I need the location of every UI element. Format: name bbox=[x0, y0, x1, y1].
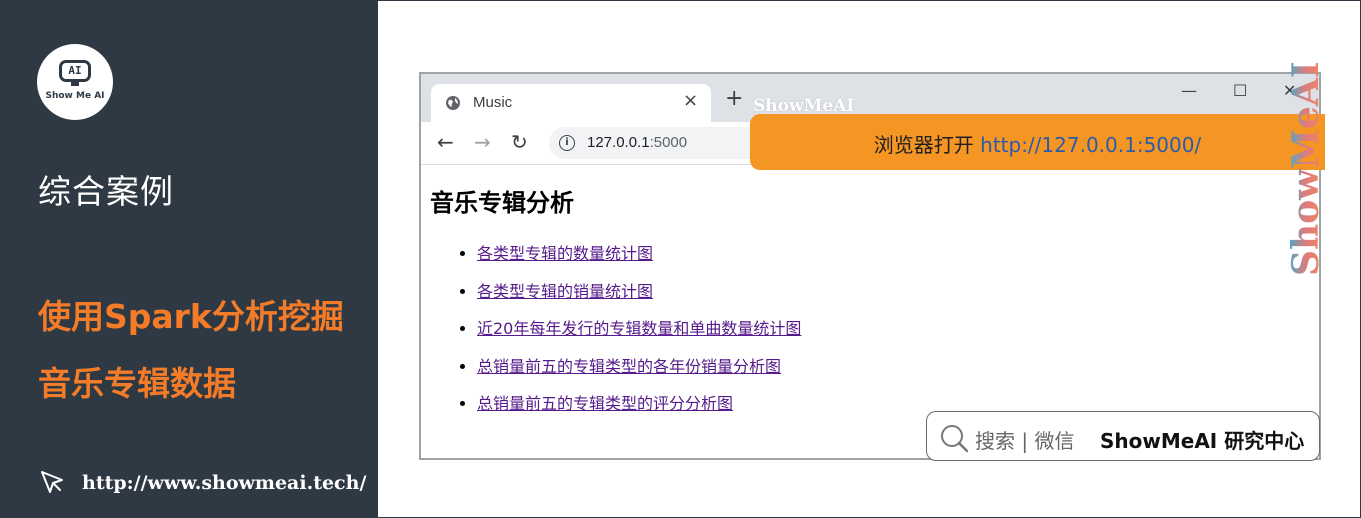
sidebar-panel: AI Show Me AI 综合案例 使用Spark分析挖掘 音乐专辑数据 ht… bbox=[0, 0, 378, 518]
new-tab-button[interactable]: + bbox=[725, 88, 743, 110]
robot-neck-icon bbox=[71, 82, 79, 86]
chart-link[interactable]: 各类型专辑的销量统计图 bbox=[477, 282, 653, 301]
logo-face-text: AI bbox=[68, 64, 82, 77]
cursor-pointer-icon bbox=[41, 471, 63, 493]
section-title: 综合案例 bbox=[38, 172, 174, 211]
list-item: 总销量前五的专辑类型的各年份销量分析图 bbox=[477, 348, 801, 386]
watermark-vertical-text: ShowMeAI bbox=[1286, 61, 1327, 276]
footer-url-text[interactable]: http://www.showmeai.tech/ bbox=[82, 472, 366, 494]
tab-title: Music bbox=[473, 94, 513, 111]
address-port: :5000 bbox=[649, 134, 688, 151]
search-brand: ShowMeAI 研究中心 bbox=[1100, 429, 1305, 453]
banner-label: 浏览器打开 bbox=[873, 133, 974, 157]
address-text[interactable]: 127.0.0.1:5000 bbox=[587, 134, 687, 151]
info-icon[interactable]: i bbox=[559, 135, 575, 151]
watermark-inline: ShowMeAI bbox=[753, 96, 855, 116]
banner-text: 浏览器打开 http://127.0.0.1:5000/ bbox=[750, 129, 1325, 158]
address-host: 127.0.0.1 bbox=[587, 134, 650, 151]
showmeai-logo: AI Show Me AI bbox=[37, 44, 113, 120]
tab-close-icon[interactable]: × bbox=[683, 91, 698, 111]
tab-music[interactable]: Music × bbox=[431, 84, 711, 122]
search-placeholder: 搜索 | 微信 bbox=[975, 429, 1075, 453]
search-icon bbox=[941, 425, 969, 453]
minimize-button[interactable]: — bbox=[1181, 82, 1197, 100]
maximize-button[interactable]: ☐ bbox=[1233, 82, 1247, 100]
list-item: 各类型专辑的数量统计图 bbox=[477, 235, 801, 273]
list-item: 总销量前五的专辑类型的评分分析图 bbox=[477, 385, 801, 423]
forward-arrow-icon[interactable]: → bbox=[474, 131, 491, 153]
page-heading: 音乐专辑分析 bbox=[430, 189, 574, 217]
logo-brand-text: Show Me AI bbox=[45, 91, 105, 101]
footer-link[interactable]: http://www.showmeai.tech/ bbox=[38, 468, 366, 498]
wechat-search-box[interactable]: 搜索 | 微信 ShowMeAI 研究中心 bbox=[926, 411, 1320, 461]
robot-face-icon: AI bbox=[59, 60, 91, 82]
chart-link[interactable]: 总销量前五的专辑类型的评分分析图 bbox=[477, 394, 733, 413]
watermark-vertical: ShowMeAI bbox=[1286, 61, 1327, 276]
globe-icon bbox=[446, 96, 460, 110]
main-title-line-2: 音乐专辑数据 bbox=[38, 364, 236, 403]
list-item: 各类型专辑的销量统计图 bbox=[477, 273, 801, 311]
chart-link[interactable]: 近20年每年发行的专辑数量和单曲数量统计图 bbox=[477, 319, 801, 338]
banner-link[interactable]: http://127.0.0.1:5000/ bbox=[980, 133, 1201, 157]
list-item: 近20年每年发行的专辑数量和单曲数量统计图 bbox=[477, 310, 801, 348]
main-title-line-1: 使用Spark分析挖掘 bbox=[38, 297, 344, 336]
chart-link[interactable]: 总销量前五的专辑类型的各年份销量分析图 bbox=[477, 357, 781, 376]
chart-link-list: 各类型专辑的数量统计图 各类型专辑的销量统计图 近20年每年发行的专辑数量和单曲… bbox=[437, 235, 801, 423]
chart-link[interactable]: 各类型专辑的数量统计图 bbox=[477, 244, 653, 263]
reload-icon[interactable]: ↻ bbox=[511, 131, 528, 153]
back-arrow-icon[interactable]: ← bbox=[437, 131, 454, 153]
instruction-banner: 浏览器打开 http://127.0.0.1:5000/ bbox=[750, 114, 1325, 170]
